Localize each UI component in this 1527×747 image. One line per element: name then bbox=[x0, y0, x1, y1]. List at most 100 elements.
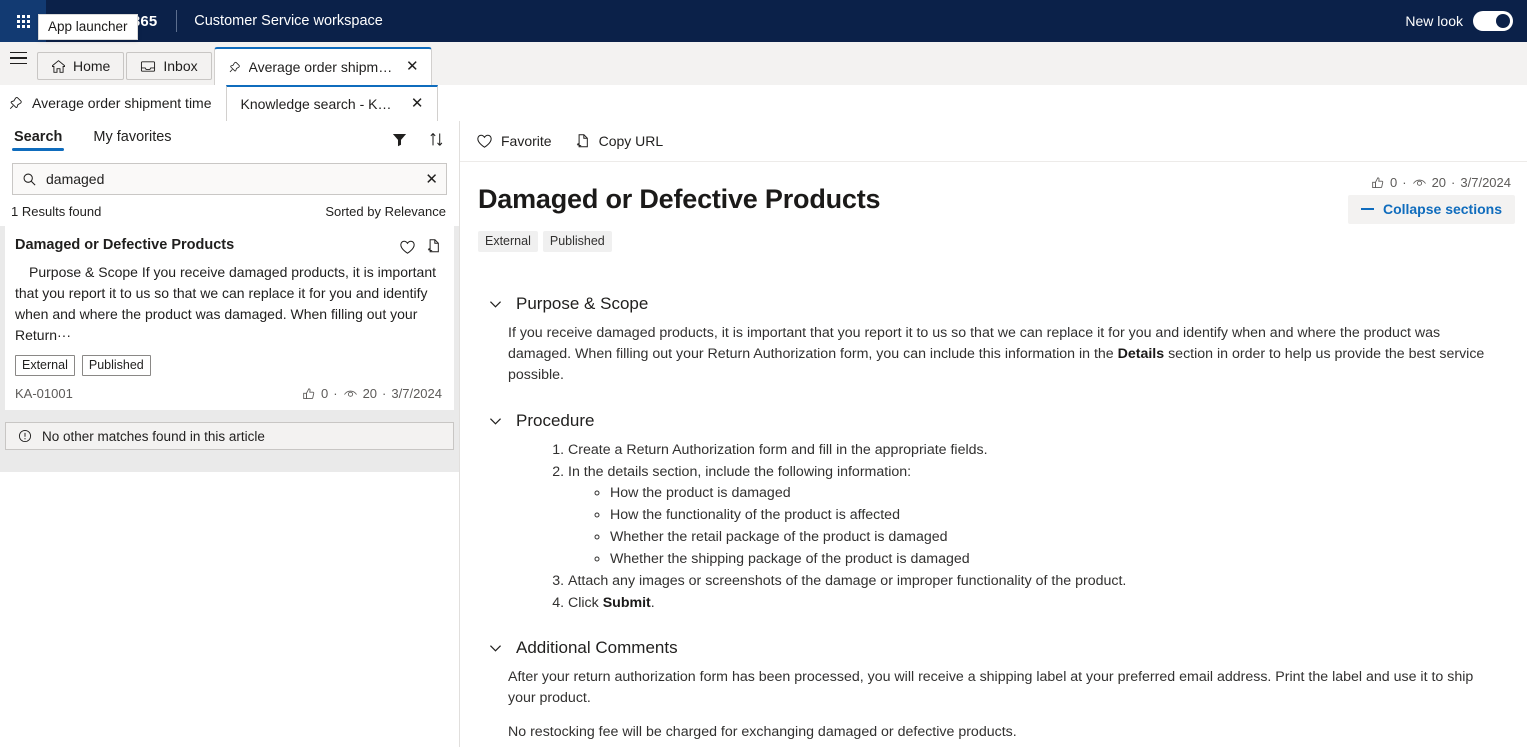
procedure-substep: Whether the shipping package of the prod… bbox=[610, 549, 1493, 569]
knowledge-search-panel: Search My favorites ✕ bbox=[0, 121, 460, 747]
home-label: Home bbox=[73, 58, 111, 74]
procedure-step: Attach any images or screenshots of the … bbox=[568, 571, 1493, 591]
kb-tools bbox=[391, 131, 445, 148]
article-views: 20 bbox=[1431, 175, 1447, 190]
sub-tab-knowledge-search[interactable]: Knowledge search - Knowled... ✕ bbox=[225, 85, 438, 121]
procedure-sublist: How the product is damagedHow the functi… bbox=[588, 483, 1493, 569]
kb-result-title[interactable]: Damaged or Defective Products bbox=[15, 237, 234, 253]
app-tab-close-icon[interactable]: ✕ bbox=[404, 57, 421, 77]
kb-result-views: 20 bbox=[362, 386, 378, 401]
body-text: Click bbox=[568, 595, 603, 611]
article-toolbar: Favorite Copy URL bbox=[460, 121, 1527, 162]
new-look-label: New look bbox=[1405, 13, 1463, 29]
article-section: Additional Comments After your return aut… bbox=[476, 638, 1507, 743]
chevron-down-icon bbox=[490, 644, 501, 652]
waffle-icon bbox=[16, 14, 30, 28]
section-body: After your return authorization form has… bbox=[476, 667, 1507, 743]
filter-icon[interactable] bbox=[391, 131, 408, 148]
heart-icon[interactable] bbox=[399, 239, 416, 255]
session-average-order-shipment-time[interactable]: Average order shipment time bbox=[0, 85, 226, 121]
site-map-button[interactable] bbox=[0, 42, 37, 85]
procedure-substep: How the functionality of the product is … bbox=[610, 505, 1493, 525]
kb-tab-search[interactable]: Search bbox=[12, 129, 65, 151]
emphasis-text: Submit bbox=[602, 595, 651, 611]
copy-url-label: Copy URL bbox=[598, 133, 664, 149]
body-text: In the details section, include the foll… bbox=[568, 464, 912, 480]
thumbs-up-icon bbox=[1372, 176, 1384, 188]
kb-stat-sep-2: · bbox=[382, 386, 387, 401]
section-title: Additional Comments bbox=[516, 638, 678, 657]
views-eye-icon bbox=[1412, 179, 1426, 186]
session-label: Average order shipment time bbox=[32, 95, 212, 111]
thumbs-up-icon bbox=[303, 387, 315, 399]
article-pane: Favorite Copy URL Damaged or Defective P… bbox=[460, 121, 1527, 747]
paragraph: If you receive damaged products, it is i… bbox=[508, 323, 1493, 386]
inbox-button[interactable]: Inbox bbox=[126, 52, 212, 80]
kb-no-matches-label: No other matches found in this article bbox=[42, 428, 265, 444]
section-header-1[interactable]: Purpose & Scope bbox=[476, 294, 1507, 314]
kb-search-clear-icon[interactable]: ✕ bbox=[425, 172, 438, 187]
toggle-knob bbox=[1496, 14, 1510, 28]
kb-result-badges: External Published bbox=[15, 355, 442, 376]
app-name: Customer Service workspace bbox=[194, 13, 383, 29]
emphasis-text: Details bbox=[1117, 346, 1165, 362]
section-title: Purpose & Scope bbox=[516, 294, 649, 313]
app-tab-label: Average order shipment ti... bbox=[248, 59, 397, 75]
kb-sort-label[interactable]: Sorted by Relevance bbox=[325, 204, 446, 219]
body-text: Create a Return Authorization form and f… bbox=[568, 442, 988, 458]
kb-result-stats: 0 · 20 · 3/7/2024 bbox=[302, 386, 442, 401]
kb-result-snippet: Purpose & Scope If you receive damaged p… bbox=[15, 264, 436, 343]
minus-icon bbox=[1360, 208, 1374, 210]
article-badge-published: Published bbox=[542, 231, 612, 252]
info-icon bbox=[18, 429, 32, 443]
body-text: . bbox=[650, 595, 655, 611]
new-look-toggle[interactable] bbox=[1473, 11, 1513, 31]
workspace: Search My favorites ✕ bbox=[0, 121, 1527, 747]
article-likes: 0 bbox=[1390, 175, 1398, 190]
procedure-list: Create a Return Authorization form and f… bbox=[538, 440, 1493, 613]
body-text: No restocking fee will be charged for ex… bbox=[508, 724, 1017, 740]
procedure-step: Create a Return Authorization form and f… bbox=[568, 440, 1493, 460]
article-meta: 0 · 20 · 3/7/2024 bbox=[1371, 175, 1511, 190]
article-section: Procedure Create a Return Authorization f… bbox=[476, 411, 1507, 613]
sub-tab-label: Knowledge search - Knowled... bbox=[240, 96, 399, 112]
procedure-substep: How the product is damaged bbox=[610, 483, 1493, 503]
copy-url-icon[interactable] bbox=[425, 238, 442, 255]
kb-badge-published: Published bbox=[81, 355, 151, 376]
procedure-substep: Whether the retail package of the produc… bbox=[610, 527, 1493, 547]
kb-result-likes: 0 bbox=[321, 386, 329, 401]
suite-bar: Dynamics 365 Customer Service workspace … bbox=[0, 0, 1527, 42]
paragraph: After your return authorization form has… bbox=[508, 667, 1493, 709]
home-button[interactable]: Home bbox=[37, 52, 125, 80]
body-text: Attach any images or screenshots of the … bbox=[568, 573, 1127, 589]
inbox-label: Inbox bbox=[163, 58, 198, 74]
collapse-sections-label: Collapse sections bbox=[1382, 201, 1502, 217]
kb-stat-sep-1: · bbox=[333, 386, 338, 401]
procedure-step: In the details section, include the foll… bbox=[568, 462, 1493, 569]
kb-tab-favorites-label: My favorites bbox=[93, 128, 172, 145]
kb-search-input[interactable] bbox=[46, 171, 417, 187]
app-tab-average-order-shipment[interactable]: Average order shipment ti... ✕ bbox=[213, 47, 432, 85]
pin-icon bbox=[229, 61, 240, 72]
kb-tab-bar: Search My favorites bbox=[0, 121, 459, 157]
article-badge-external: External bbox=[478, 231, 538, 252]
sub-tab-close-icon[interactable]: ✕ bbox=[409, 94, 426, 114]
section-body: If you receive damaged products, it is i… bbox=[476, 323, 1507, 386]
section-header-3[interactable]: Additional Comments bbox=[476, 638, 1507, 658]
copy-url-button[interactable]: Copy URL bbox=[574, 133, 664, 150]
section-header-2[interactable]: Procedure bbox=[476, 411, 1507, 431]
home-icon bbox=[52, 59, 65, 73]
sort-icon[interactable] bbox=[428, 131, 445, 148]
favorite-label: Favorite bbox=[501, 133, 552, 149]
kb-result-card[interactable]: Damaged or Defective Products Purpose & … bbox=[5, 226, 454, 410]
inbox-icon bbox=[141, 60, 156, 72]
section-title: Procedure bbox=[516, 411, 595, 430]
collapse-sections-button[interactable]: Collapse sections bbox=[1347, 195, 1515, 224]
kb-result-ka-number: KA-01001 bbox=[15, 386, 73, 401]
kb-search-box[interactable]: ✕ bbox=[12, 163, 447, 195]
favorite-button[interactable]: Favorite bbox=[476, 133, 552, 149]
kb-result-date: 3/7/2024 bbox=[391, 386, 442, 401]
kb-tab-my-favorites[interactable]: My favorites bbox=[91, 129, 173, 150]
